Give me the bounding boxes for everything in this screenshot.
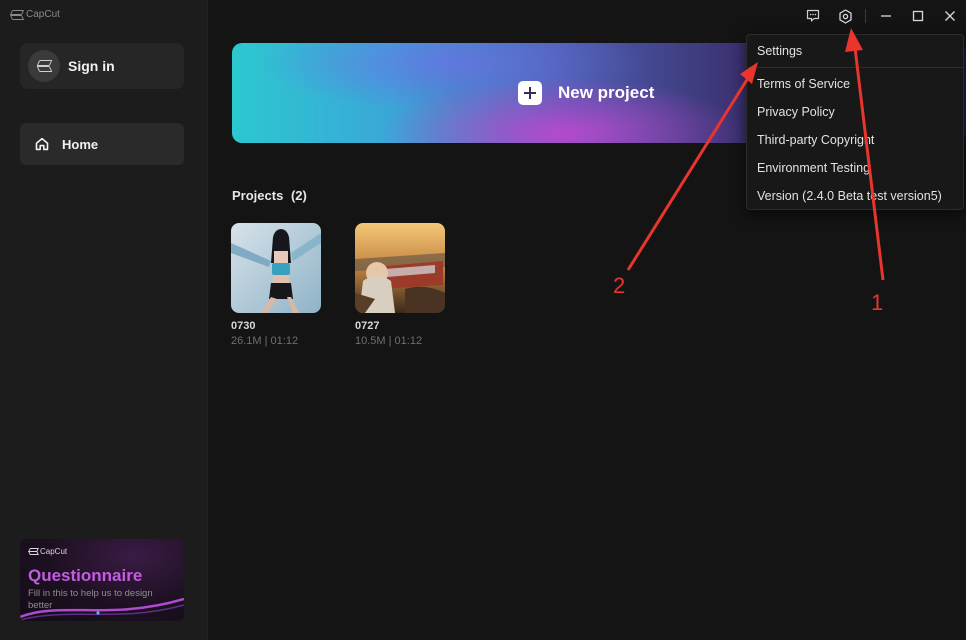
project-thumbnail-image — [231, 223, 321, 313]
project-card[interactable]: 0730 26.1M | 01:12 — [231, 223, 321, 347]
projects-label: Projects — [232, 188, 284, 203]
minimize-button[interactable] — [870, 0, 902, 32]
close-icon — [945, 11, 955, 21]
plus-icon — [518, 81, 542, 105]
capcut-logo-icon — [29, 548, 37, 555]
settings-gear-icon — [838, 8, 852, 24]
capcut-avatar-icon — [37, 60, 51, 72]
settings-button[interactable] — [829, 0, 861, 32]
questionnaire-banner[interactable]: CapCut Questionnaire Fill in this to hel… — [20, 539, 184, 621]
promo-brand-name: CapCut — [40, 547, 68, 556]
window-titlebar — [797, 0, 966, 32]
project-name: 0730 — [231, 320, 256, 332]
feedback-button[interactable] — [797, 0, 829, 32]
capcut-logo-icon — [11, 10, 22, 20]
project-meta: 26.1M | 01:12 — [231, 335, 299, 347]
sidebar: CapCut Sign in Home CapCut Questionnaire… — [0, 0, 208, 640]
app-logo: CapCut — [11, 9, 60, 20]
projects-count: (2) — [290, 188, 307, 203]
new-project-label: New project — [558, 83, 655, 102]
new-project-content: New project — [518, 81, 654, 105]
menu-item-version[interactable]: Version (2.4.0 Beta test version5) — [757, 189, 942, 203]
close-button[interactable] — [934, 0, 966, 32]
maximize-button[interactable] — [902, 0, 934, 32]
titlebar-divider — [865, 9, 866, 23]
project-name: 0727 — [355, 320, 380, 332]
promo-brand: CapCut — [29, 547, 67, 556]
annotation-label-2: 2 — [613, 273, 626, 298]
project-thumbnail — [231, 223, 321, 313]
menu-item-environment-testing[interactable]: Environment Testing — [757, 161, 870, 175]
promo-title: Questionnaire — [28, 566, 143, 585]
minimize-icon — [881, 15, 891, 17]
app-name: CapCut — [26, 9, 60, 20]
avatar — [28, 50, 60, 82]
menu-item-terms-of-service[interactable]: Terms of Service — [757, 77, 850, 91]
menu-item-third-party-copyright[interactable]: Third-party Copyright — [757, 133, 874, 147]
settings-dropdown-menu: Settings Terms of Service Privacy Policy… — [746, 34, 964, 210]
annotation-label-1: 1 — [871, 290, 884, 315]
promo-text: Fill in this to help us to design better — [28, 588, 153, 611]
sign-in-button[interactable]: Sign in — [20, 43, 184, 89]
home-icon — [35, 137, 49, 151]
sidebar-item-label: Home — [62, 136, 99, 152]
project-thumbnail — [355, 223, 445, 313]
project-thumbnail-image — [355, 223, 445, 313]
project-meta: 10.5M | 01:12 — [355, 335, 423, 347]
sidebar-item-home[interactable]: Home — [20, 123, 184, 165]
maximize-icon — [912, 10, 924, 22]
feedback-icon — [806, 9, 820, 22]
menu-divider — [747, 67, 963, 68]
sign-in-label: Sign in — [68, 58, 115, 74]
project-card[interactable]: 0727 10.5M | 01:12 — [355, 223, 445, 347]
menu-item-privacy-policy[interactable]: Privacy Policy — [757, 105, 835, 119]
menu-item-settings[interactable]: Settings — [757, 44, 802, 58]
projects-header: Projects (2) — [232, 188, 307, 203]
